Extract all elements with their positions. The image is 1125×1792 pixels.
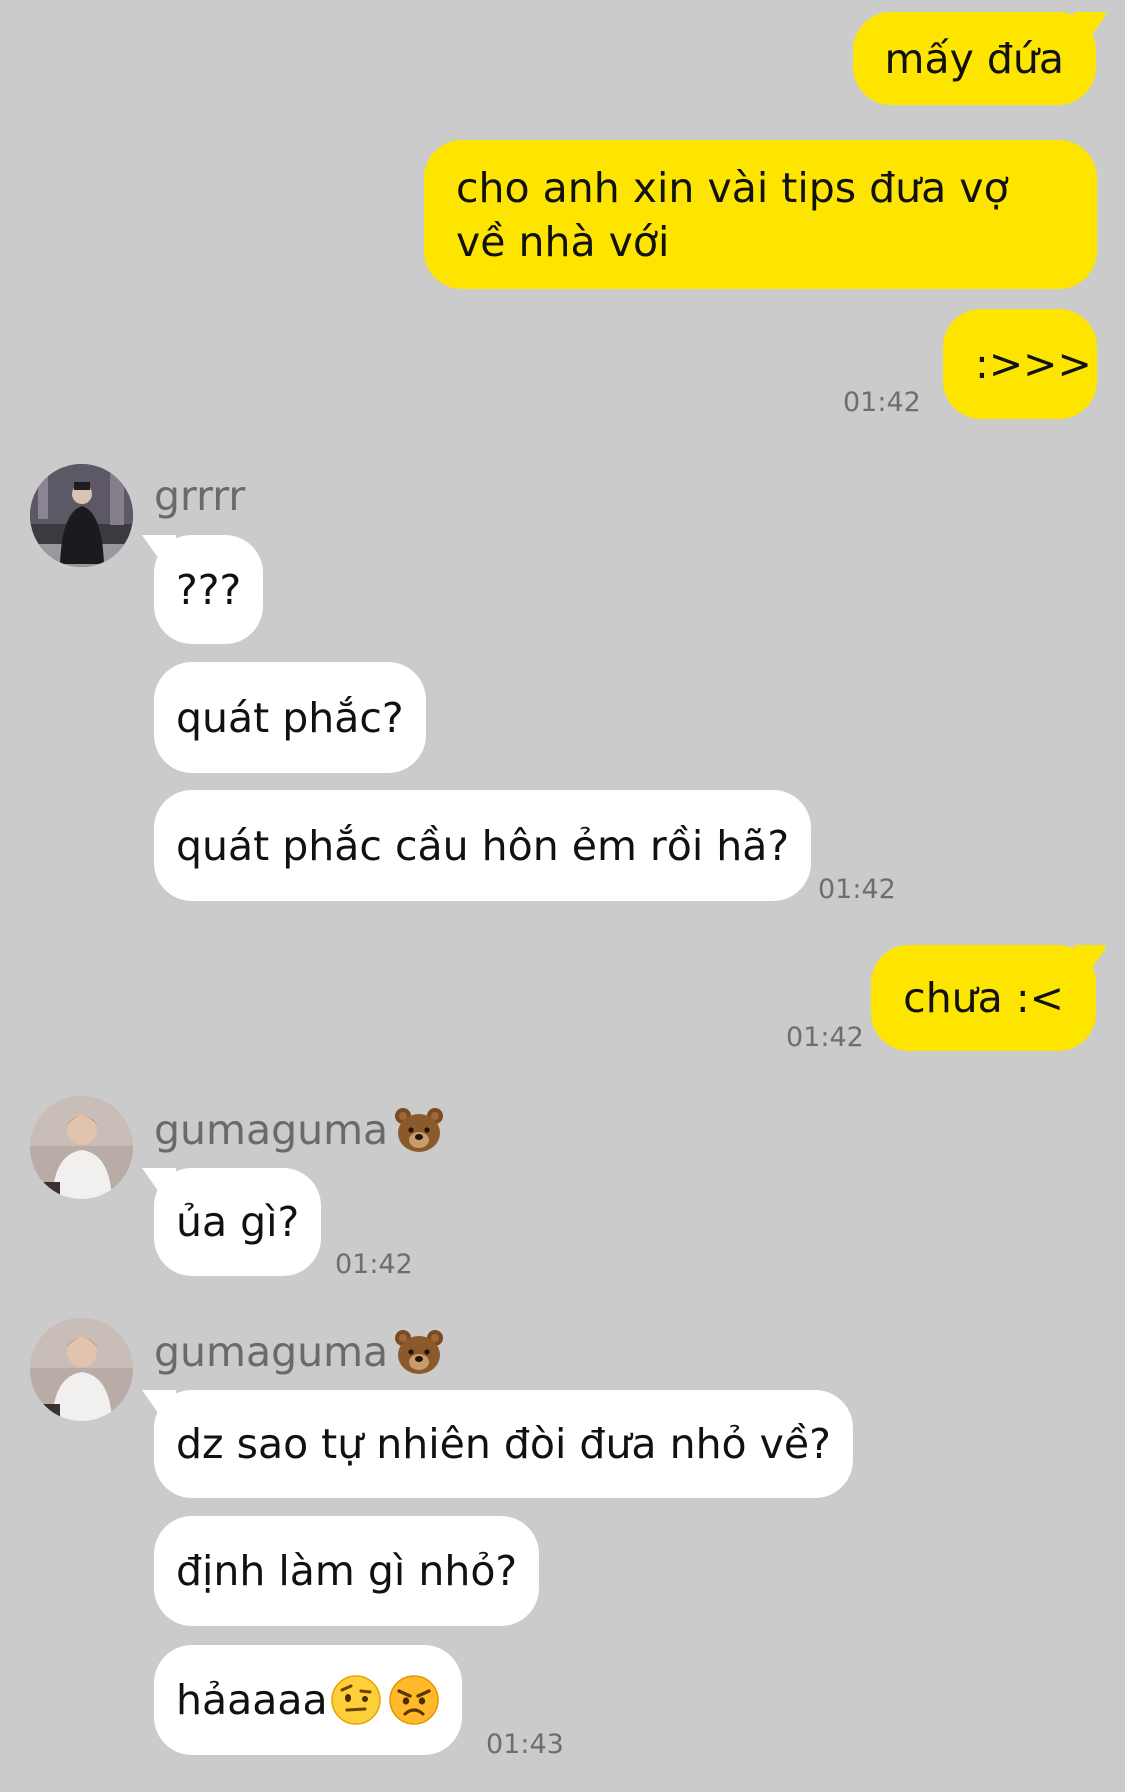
message-text: mấy đứa xyxy=(884,34,1065,83)
bubble-tail xyxy=(1074,12,1108,46)
message-text: hảaaaa xyxy=(176,1676,328,1724)
avatar-gumaguma[interactable] xyxy=(30,1096,133,1199)
sender-name: gumaguma xyxy=(154,1328,444,1376)
message-text: chưa :< xyxy=(903,974,1064,1022)
bear-face-icon xyxy=(395,1330,444,1374)
incoming-message[interactable]: ??? xyxy=(142,535,264,644)
incoming-message[interactable]: hảaaaa xyxy=(154,1645,462,1755)
incoming-message[interactable]: quát phắc cầu hôn ẻm rồi hã? xyxy=(154,790,812,901)
outgoing-message[interactable]: :>>> xyxy=(943,309,1097,419)
sender-name: grrrr xyxy=(154,472,246,520)
bear-face-icon xyxy=(395,1108,444,1152)
incoming-message[interactable]: dz sao tự nhiên đòi đưa nhỏ về? xyxy=(142,1390,853,1498)
profile-photo-icon xyxy=(30,1096,133,1199)
message-text: dz sao tự nhiên đòi đưa nhỏ về? xyxy=(176,1420,831,1468)
bubble-tail xyxy=(142,1390,176,1424)
message-timestamp: 01:43 xyxy=(486,1729,564,1760)
profile-photo-icon xyxy=(30,1318,133,1421)
message-text: ??? xyxy=(176,565,242,614)
message-text: cho anh xin vài tips đưa vợ về nhà với xyxy=(456,163,1009,266)
incoming-message[interactable]: quát phắc? xyxy=(154,662,426,773)
angry-face-icon xyxy=(388,1675,439,1725)
bubble-tail xyxy=(142,1168,176,1202)
message-text: định làm gì nhỏ? xyxy=(176,1547,518,1595)
outgoing-message[interactable]: cho anh xin vài tips đưa vợ về nhà với xyxy=(424,140,1097,289)
avatar-grrrr[interactable] xyxy=(30,464,133,567)
message-text: ủa gì? xyxy=(176,1198,300,1246)
message-text: quát phắc cầu hôn ẻm rồi hã? xyxy=(176,821,790,870)
incoming-message[interactable]: định làm gì nhỏ? xyxy=(154,1516,540,1626)
profile-photo-icon xyxy=(30,464,133,567)
outgoing-message[interactable]: mấy đứa xyxy=(852,12,1108,105)
bubble-tail xyxy=(1074,945,1108,979)
message-timestamp: 01:42 xyxy=(335,1249,413,1280)
raised-eyebrow-face-icon xyxy=(330,1675,381,1725)
message-timestamp: 01:42 xyxy=(843,387,921,418)
sender-name: gumaguma xyxy=(154,1106,444,1154)
avatar-gumaguma[interactable] xyxy=(30,1318,133,1421)
message-timestamp: 01:42 xyxy=(818,874,896,905)
bubble-tail xyxy=(142,535,176,569)
message-timestamp: 01:42 xyxy=(786,1022,864,1053)
message-text: quát phắc? xyxy=(176,693,404,742)
message-text: :>>> xyxy=(975,340,1092,388)
outgoing-message[interactable]: chưa :< xyxy=(871,945,1108,1051)
incoming-message[interactable]: ủa gì? xyxy=(142,1168,322,1276)
